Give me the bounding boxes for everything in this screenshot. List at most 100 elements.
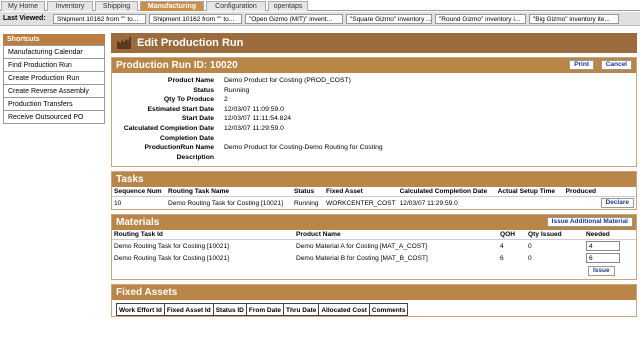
tab-inventory[interactable]: Inventory — [47, 1, 93, 11]
materials-header: Materials Issue Additional Material — [112, 215, 636, 231]
start-date-value: 12/03/07 11:11:54.824 — [224, 115, 292, 123]
materials-table: Routing Task Id Product Name QOH Qty Iss… — [112, 230, 636, 279]
product-name-value: Demo Product for Costing (PROD_COST) — [224, 77, 351, 84]
column-header-action — [598, 187, 636, 198]
completion-date-value — [224, 134, 636, 144]
field-label: Estimated Start Date — [147, 105, 214, 113]
column-header: Routing Task Id — [112, 230, 294, 241]
column-header: From Date — [245, 303, 285, 317]
field-label: Product Name — [167, 77, 214, 84]
production-run-section: Production Run ID: 10020 Print Cancel Pr… — [111, 57, 637, 168]
material-qoh: 6 — [500, 254, 504, 262]
needed-input[interactable] — [586, 241, 620, 252]
field-label: Completion Date — [159, 134, 214, 142]
task-status: Running — [294, 199, 319, 207]
issue-additional-material-button[interactable]: Issue Additional Material — [546, 217, 633, 228]
shortcut-find-production-run[interactable]: Find Production Run — [3, 59, 105, 72]
last-viewed-item[interactable]: "Open Gizmo (MIT)" invent... — [245, 14, 343, 24]
qty-to-produce-value: 2 — [224, 96, 228, 104]
task-produced — [564, 197, 599, 210]
production-run-details: Product Name Demo Product for Costing (PR… — [112, 73, 636, 166]
shortcuts-title: Shortcuts — [3, 34, 105, 45]
declare-button[interactable]: Declare — [600, 198, 634, 209]
cancel-button[interactable]: Cancel — [600, 60, 632, 70]
column-header: Status — [292, 187, 324, 198]
table-row: Demo Routing Task for Costing [10021] De… — [112, 252, 636, 264]
material-task: Demo Routing Task for Costing [10021] — [114, 242, 229, 250]
column-header: Needed — [584, 230, 636, 241]
last-viewed-item[interactable]: "Round Gizmo" inventory i... — [435, 14, 526, 24]
field-label: Qty To Produce — [163, 96, 214, 104]
production-run-name-value: Demo Product for Costing-Demo Routing fo… — [224, 144, 383, 152]
tab-my-home[interactable]: My Home — [1, 1, 45, 11]
production-run-header: Production Run ID: 10020 Print Cancel — [112, 58, 636, 73]
tasks-section: Tasks Sequence Num Routing Task Name Sta… — [111, 171, 637, 211]
material-qoh: 4 — [500, 242, 504, 250]
last-viewed-item[interactable]: Shipment 10162 from "" to... — [53, 14, 146, 24]
material-task: Demo Routing Task for Costing [10021] — [114, 254, 229, 262]
page-title-banner: Edit Production Run — [111, 33, 637, 53]
column-header: Work Effort Id — [116, 303, 165, 317]
material-product: Demo Material A for Costing [MAT_A_COST] — [296, 242, 428, 250]
last-viewed-label: Last Viewed: — [3, 15, 46, 22]
column-header: Routing Task Name — [166, 187, 292, 198]
last-viewed-item[interactable]: Shipment 10162 from "" to... — [149, 14, 242, 24]
status-value: Running — [224, 86, 250, 94]
shortcuts-sidebar: Shortcuts Manufacturing Calendar Find Pr… — [3, 34, 105, 124]
production-run-id: Production Run ID: 10020 — [116, 60, 238, 71]
column-header: Fixed Asset Id — [163, 303, 214, 317]
fixed-assets-header: Fixed Assets — [112, 285, 636, 301]
last-viewed-item[interactable]: "Square Gizmo" inventory ... — [346, 14, 432, 24]
material-product: Demo Material B for Costing [MAT_B_COST] — [296, 254, 428, 262]
column-header: Fixed Asset — [324, 187, 398, 198]
last-viewed-item[interactable]: "Big Gizmo" inventory ite... — [529, 14, 619, 24]
shortcut-production-transfers[interactable]: Production Transfers — [3, 98, 105, 111]
column-header: Allocated Cost — [318, 303, 370, 317]
print-button[interactable]: Print — [569, 60, 594, 70]
column-header: Sequence Num — [112, 187, 166, 198]
tasks-title: Tasks — [116, 174, 144, 186]
column-header: Product Name — [294, 230, 498, 241]
shortcut-create-reverse-assembly[interactable]: Create Reverse Assembly — [3, 85, 105, 98]
column-header: Qty Issued — [526, 230, 584, 241]
task-seq: 10 — [114, 199, 122, 207]
table-row: Demo Routing Task for Costing [10021] De… — [112, 240, 636, 253]
column-header: Comments — [368, 303, 409, 317]
task-name-link[interactable]: Demo Routing Task for Costing [10021] — [166, 197, 292, 210]
column-header: Calculated Completion Date — [397, 187, 496, 198]
materials-section: Materials Issue Additional Material Rout… — [111, 214, 637, 281]
fixed-assets-table: Work Effort Id Fixed Asset Id Status ID … — [116, 303, 409, 317]
column-header: Produced — [563, 187, 599, 198]
column-header: Actual Setup Time — [495, 187, 564, 198]
shortcut-receive-outsourced-po[interactable]: Receive Outsourced PO — [3, 111, 105, 124]
material-qty-issued: 0 — [528, 254, 532, 262]
material-qty-issued: 0 — [528, 242, 532, 250]
shortcut-manufacturing-calendar[interactable]: Manufacturing Calendar — [3, 46, 105, 59]
field-label: Status — [193, 86, 214, 94]
task-fixed-asset: WORKCENTER_COST — [326, 199, 396, 207]
field-label: ProductionRun Name — [144, 144, 214, 152]
tab-manufacturing[interactable]: Manufacturing — [140, 1, 204, 11]
materials-title: Materials — [116, 217, 160, 229]
tab-configuration[interactable]: Configuration — [206, 1, 266, 11]
task-completion-date: 12/03/07 11:29:59.0 — [399, 199, 458, 207]
column-header: Status ID — [212, 303, 247, 317]
description-value — [224, 153, 636, 163]
top-tab-bar: My Home Inventory Shipping Manufacturing… — [0, 0, 640, 11]
last-viewed-bar: Last Viewed: Shipment 10162 from "" to..… — [0, 12, 640, 26]
column-header: Thru Date — [283, 303, 320, 317]
calculated-completion-date-value: 12/03/07 11:29:59.0 — [224, 124, 284, 132]
tab-opentaps[interactable]: opentaps — [268, 1, 308, 11]
fixed-assets-section: Fixed Assets Work Effort Id Fixed Asset … — [111, 284, 637, 318]
tab-shipping[interactable]: Shipping — [95, 1, 138, 11]
page-title: Edit Production Run — [137, 37, 244, 49]
shortcut-create-production-run[interactable]: Create Production Run — [3, 72, 105, 85]
field-label: Calculated Completion Date — [123, 124, 214, 132]
needed-input[interactable] — [586, 253, 620, 264]
field-label: Description — [176, 153, 214, 161]
issue-button[interactable]: Issue — [588, 266, 615, 277]
tasks-table: Sequence Num Routing Task Name Status Fi… — [112, 187, 636, 209]
main-content: Edit Production Run Production Run ID: 1… — [111, 33, 637, 318]
factory-icon — [117, 37, 131, 49]
tasks-header: Tasks — [112, 172, 636, 188]
